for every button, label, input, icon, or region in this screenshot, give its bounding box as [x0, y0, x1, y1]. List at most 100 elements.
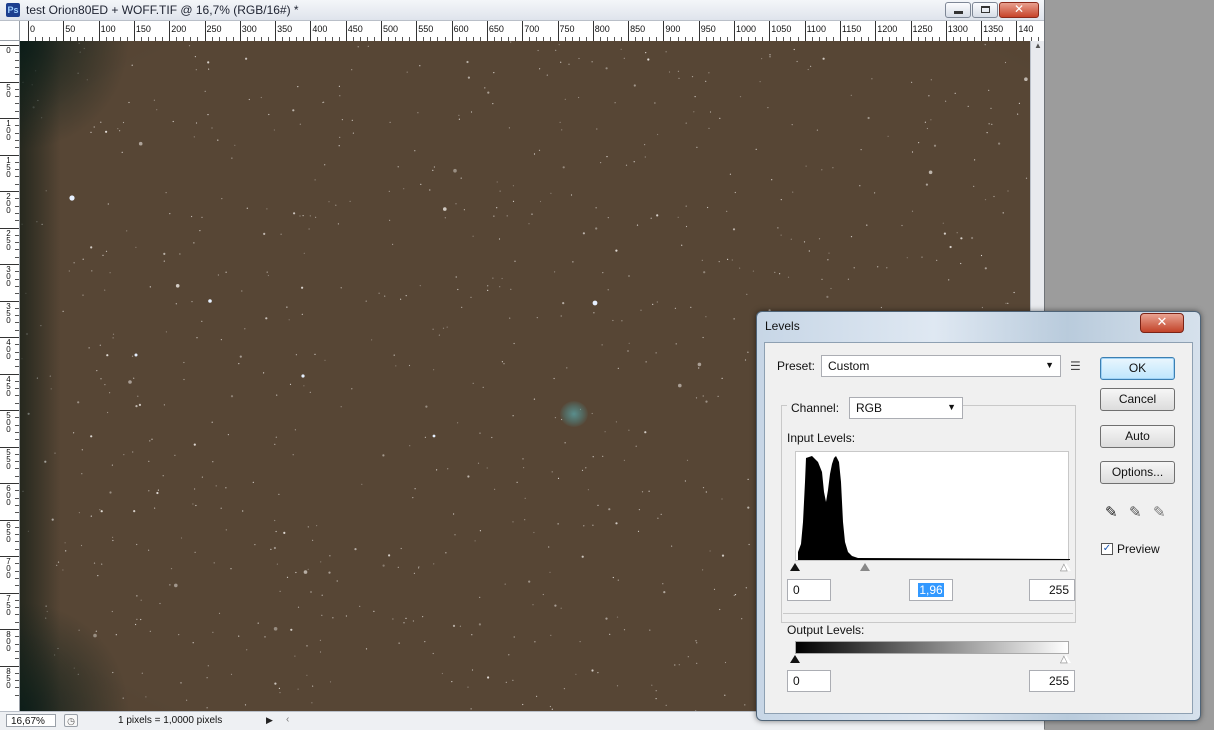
ruler-major-tick: [416, 21, 418, 41]
levels-close-button[interactable]: ✕: [1140, 313, 1184, 333]
ruler-label: 100: [6, 119, 11, 142]
black-eyedropper-icon[interactable]: ✎: [1105, 503, 1118, 521]
chevron-down-icon: ▼: [1045, 360, 1054, 370]
ruler-origin[interactable]: [0, 21, 20, 41]
auto-button[interactable]: Auto: [1100, 425, 1175, 448]
ruler-minor-tick: [15, 169, 19, 171]
ruler-major-tick: [804, 21, 806, 41]
title-bar[interactable]: Ps test Orion80ED + WOFF.TIF @ 16,7% (RG…: [0, 0, 1044, 21]
scroll-up-icon[interactable]: ▲: [1032, 41, 1044, 55]
input-black-slider[interactable]: [790, 563, 800, 571]
ruler-label: 500: [383, 24, 399, 34]
ruler-label: 200: [171, 24, 187, 34]
chevron-down-icon: ▼: [947, 402, 956, 412]
ruler-major-tick: [275, 21, 277, 41]
ruler-minor-tick: [15, 636, 19, 638]
input-gamma-field[interactable]: 1,96: [909, 579, 953, 601]
ruler-minor-tick: [15, 220, 19, 222]
ruler-label: 450: [6, 374, 11, 398]
ruler-minor-tick: [15, 541, 19, 543]
ruler-minor-tick: [15, 147, 19, 149]
ruler-major-tick: [981, 21, 983, 41]
output-black-slider[interactable]: [790, 655, 800, 663]
preview-label: Preview: [1117, 542, 1160, 556]
ruler-label: 400: [6, 338, 11, 361]
ruler-label: 1150: [841, 24, 862, 34]
ruler-minor-tick: [15, 577, 19, 579]
ruler-minor-tick: [15, 424, 19, 426]
maximize-button[interactable]: [972, 2, 998, 18]
ruler-minor-tick: [15, 504, 19, 506]
ruler-label: 650: [488, 24, 504, 34]
close-window-button[interactable]: ✕: [999, 2, 1039, 18]
ruler-minor-tick: [15, 315, 19, 317]
ruler-label: 0: [30, 24, 36, 34]
preview-checkbox[interactable]: ✓: [1101, 543, 1113, 555]
white-eyedropper-icon[interactable]: ✎: [1153, 503, 1166, 521]
ruler-minor-tick: [15, 176, 19, 178]
horizontal-scroll-left-icon[interactable]: ‹: [286, 714, 289, 725]
ruler-minor-tick: [15, 242, 19, 244]
ruler-minor-tick: [15, 344, 19, 346]
ruler-minor-tick: [15, 599, 19, 601]
output-black-field[interactable]: 0: [787, 670, 831, 692]
ruler-minor-tick: [15, 468, 19, 470]
ruler-label: 1100: [806, 24, 826, 34]
ruler-label: 50: [6, 82, 11, 99]
horizontal-ruler[interactable]: 0 50 100 150 200 250 300 350 400 450 500 550 600 650 7…: [0, 21, 1044, 42]
status-info-icon[interactable]: ◷: [64, 714, 78, 727]
cancel-button[interactable]: Cancel: [1100, 388, 1175, 411]
ruler-minor-tick: [15, 278, 19, 280]
options-button[interactable]: Options...: [1100, 461, 1175, 484]
status-menu-arrow-icon[interactable]: ▶: [266, 715, 273, 726]
ruler-major-tick: [63, 21, 65, 41]
zoom-level-field[interactable]: 16,67%: [6, 714, 56, 727]
ruler-minor-tick: [15, 687, 19, 689]
ruler-minor-tick: [15, 563, 19, 565]
ruler-major-tick: [557, 21, 559, 41]
preset-options-icon[interactable]: ☰: [1070, 359, 1081, 373]
ruler-minor-tick: [15, 139, 19, 141]
ruler-major-tick: [698, 21, 700, 41]
ruler-label: 600: [453, 24, 469, 34]
ruler-minor-tick: [15, 395, 19, 397]
channel-value: RGB: [856, 401, 883, 415]
vertical-ruler[interactable]: 0 50 100 150 200 250 300 350 400 450 500 550 600 650 7…: [0, 41, 20, 711]
ruler-minor-tick: [15, 453, 19, 455]
ruler-major-tick: [769, 21, 771, 41]
ruler-label: 750: [559, 24, 575, 34]
output-white-slider-outline: △: [1060, 654, 1068, 665]
ruler-major-tick: [839, 21, 841, 41]
photoshop-app-icon: Ps: [6, 3, 20, 17]
output-levels-label: Output Levels:: [787, 623, 865, 637]
ruler-major-tick: [133, 21, 135, 41]
input-gamma-slider[interactable]: [860, 563, 870, 571]
ruler-minor-tick: [15, 132, 19, 134]
input-black-field[interactable]: 0: [787, 579, 831, 601]
ruler-minor-tick: [15, 490, 19, 492]
input-white-field[interactable]: 255: [1029, 579, 1075, 601]
input-levels-label: Input Levels:: [787, 431, 856, 445]
ok-button[interactable]: OK: [1100, 357, 1175, 380]
ruler-minor-tick: [15, 249, 19, 251]
ruler-minor-tick: [15, 388, 19, 390]
output-white-field[interactable]: 255: [1029, 670, 1075, 692]
ruler-major-tick: [98, 21, 100, 41]
ruler-minor-tick: [15, 650, 19, 652]
ruler-label: 250: [6, 228, 11, 252]
ruler-minor-tick: [15, 307, 19, 309]
ruler-major-tick: [592, 21, 594, 41]
histogram-graph: [798, 456, 1070, 560]
ruler-major-tick: [310, 21, 312, 41]
channel-dropdown[interactable]: RGB ▼: [849, 397, 963, 419]
ruler-major-tick: [204, 21, 206, 41]
ruler-major-tick: [910, 21, 912, 41]
ruler-label: 0: [6, 46, 11, 55]
minimize-button[interactable]: [945, 2, 971, 18]
gray-eyedropper-icon[interactable]: ✎: [1129, 503, 1142, 521]
ruler-minor-tick: [15, 607, 19, 609]
ruler-major-tick: [522, 21, 524, 41]
preset-dropdown[interactable]: Custom ▼: [821, 355, 1061, 377]
ruler-label: 1250: [912, 24, 933, 34]
ruler-label: 1050: [771, 24, 792, 34]
